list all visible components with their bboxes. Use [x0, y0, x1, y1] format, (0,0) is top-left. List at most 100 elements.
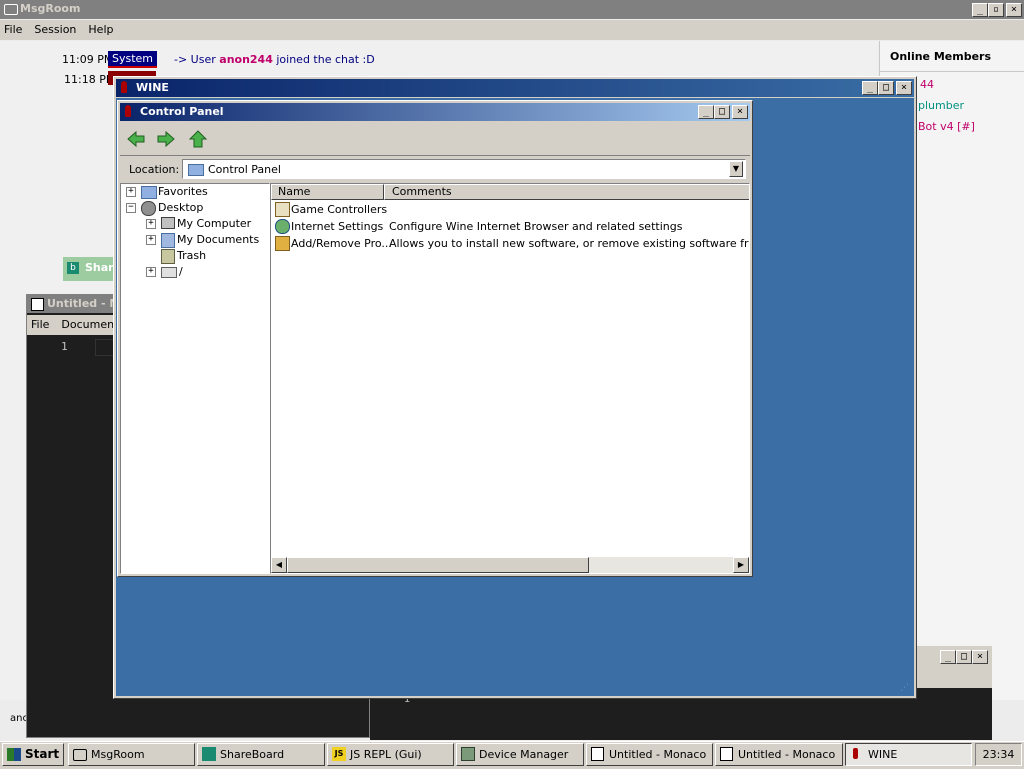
member-item[interactable]: Bot v4 [#] [918, 120, 975, 133]
trash-icon [161, 249, 175, 264]
close-button[interactable]: × [972, 650, 988, 664]
taskbar-item-msgroom[interactable]: MsgRoom [68, 743, 195, 766]
wine-title: WINE [136, 81, 169, 94]
online-members-header: Online Members [890, 50, 992, 63]
chevron-down-icon[interactable]: ▼ [729, 161, 743, 177]
location-combobox[interactable]: Control Panel ▼ [182, 159, 746, 179]
member-item[interactable]: 44 [920, 78, 934, 91]
close-button[interactable]: × [1006, 3, 1022, 17]
tree-label: Desktop [158, 201, 204, 214]
wine-icon [121, 81, 127, 93]
item-name: Game Controllers [291, 203, 388, 216]
folder-icon [141, 186, 157, 199]
expand-icon[interactable]: + [126, 187, 136, 197]
minimize-button[interactable]: _ [940, 650, 956, 664]
msgroom-titlebar[interactable]: MsgRoom _ ▫ × [0, 0, 1024, 19]
expand-icon[interactable]: + [146, 219, 156, 229]
horizontal-scrollbar[interactable]: ◀ ▶ [271, 557, 749, 573]
up-arrow-icon[interactable] [188, 129, 208, 149]
maximize-button[interactable]: □ [956, 650, 972, 664]
folder-tree: + Favorites − Desktop + My Computer + My… [120, 183, 270, 574]
taskbar-item-monaco-2[interactable]: Untitled - Monaco [715, 743, 843, 766]
wine-titlebar[interactable]: WINE _ □ × [116, 79, 914, 97]
restore-button[interactable]: ▫ [988, 3, 1004, 17]
list-item[interactable]: Add/Remove Pro... Allows you to install … [271, 235, 749, 252]
item-list: Name Comments Game Controllers Internet … [270, 183, 750, 574]
windows-logo-icon [7, 748, 21, 761]
scroll-right-icon[interactable]: ▶ [733, 557, 749, 573]
chat-icon [4, 4, 18, 15]
tree-label: Favorites [158, 185, 208, 198]
control-panel-titlebar[interactable]: Control Panel _ □ × [120, 103, 750, 121]
location-bar: Location: Control Panel ▼ [120, 157, 750, 183]
tree-label: My Documents [177, 233, 260, 246]
js-icon: JS [332, 747, 346, 761]
taskbar-item-device-manager[interactable]: Device Manager [456, 743, 584, 766]
menu-help[interactable]: Help [82, 20, 119, 40]
minimize-button[interactable]: _ [698, 105, 714, 119]
expand-icon[interactable]: + [146, 235, 156, 245]
device-manager-icon [461, 747, 475, 761]
tree-label: / [179, 265, 183, 278]
list-item[interactable]: Internet Settings Configure Wine Interne… [271, 218, 749, 235]
tree-label: Trash [177, 249, 207, 262]
control-panel-window: Control Panel _ □ × Location: Control Pa… [117, 100, 753, 577]
shareboard-icon [202, 747, 216, 761]
shareboard-icon: b [67, 262, 79, 274]
documents-icon [161, 233, 175, 248]
taskbar-item-wine[interactable]: WINE [845, 743, 972, 766]
menu-file[interactable]: File [27, 315, 55, 335]
close-button[interactable]: × [732, 105, 748, 119]
toolbar [120, 123, 750, 155]
close-button[interactable]: × [896, 81, 912, 95]
start-label: Start [25, 747, 60, 761]
message-time: 11:09 PM [62, 53, 114, 66]
maximize-button[interactable]: □ [714, 105, 730, 119]
taskbar-item-shareboard[interactable]: ShareBoard [197, 743, 325, 766]
monaco-icon [720, 747, 733, 761]
expand-icon[interactable]: + [146, 267, 156, 277]
taskbar-item-monaco[interactable]: Untitled - Monaco [586, 743, 713, 766]
folder-icon [188, 164, 204, 176]
wine-icon [125, 105, 131, 117]
message-prefix: -> User [174, 53, 220, 66]
joystick-icon [275, 202, 290, 217]
location-value: Control Panel [208, 163, 281, 176]
monaco-icon [31, 298, 44, 311]
column-header-comments[interactable]: Comments [384, 184, 749, 200]
task-label: ShareBoard [220, 748, 285, 761]
monaco-icon [591, 747, 604, 761]
minimize-button[interactable]: _ [862, 81, 878, 95]
package-icon [275, 236, 290, 251]
desktop-icon [141, 201, 156, 216]
resize-grip[interactable]: ⋰ [900, 683, 910, 693]
menu-file[interactable]: File [0, 20, 28, 40]
forward-arrow-icon[interactable] [156, 129, 176, 149]
scroll-left-icon[interactable]: ◀ [271, 557, 287, 573]
wine-icon [853, 748, 858, 759]
task-label: JS REPL (Gui) [350, 748, 422, 761]
menu-session[interactable]: Session [28, 20, 82, 40]
monaco-title: Untitled - M [47, 297, 121, 310]
column-header-name[interactable]: Name [271, 184, 384, 200]
back-arrow-icon[interactable] [126, 129, 146, 149]
member-item[interactable]: plumber [918, 99, 964, 112]
taskbar-item-js-repl[interactable]: JS JS REPL (Gui) [327, 743, 454, 766]
scroll-thumb[interactable] [287, 557, 589, 573]
collapse-icon[interactable]: − [126, 203, 136, 213]
drive-icon [161, 267, 177, 278]
start-button[interactable]: Start [2, 743, 64, 766]
task-label: Device Manager [479, 748, 569, 761]
maximize-button[interactable]: □ [878, 81, 894, 95]
message-text: -> User anon244 joined the chat :D [174, 53, 375, 66]
system-tray-clock[interactable]: 23:34 [975, 743, 1022, 766]
task-label: Untitled - Monaco [609, 748, 707, 761]
computer-icon [161, 217, 175, 229]
msgroom-menubar: File Session Help [0, 20, 1024, 40]
list-item[interactable]: Game Controllers [271, 201, 749, 218]
message-user[interactable]: anon244 [219, 53, 273, 66]
minimize-button[interactable]: _ [972, 3, 988, 17]
item-comment: Configure Wine Internet Browser and rela… [389, 220, 683, 233]
clock-time: 23:34 [982, 748, 1015, 761]
item-comment: Allows you to install new software, or r… [389, 237, 749, 250]
